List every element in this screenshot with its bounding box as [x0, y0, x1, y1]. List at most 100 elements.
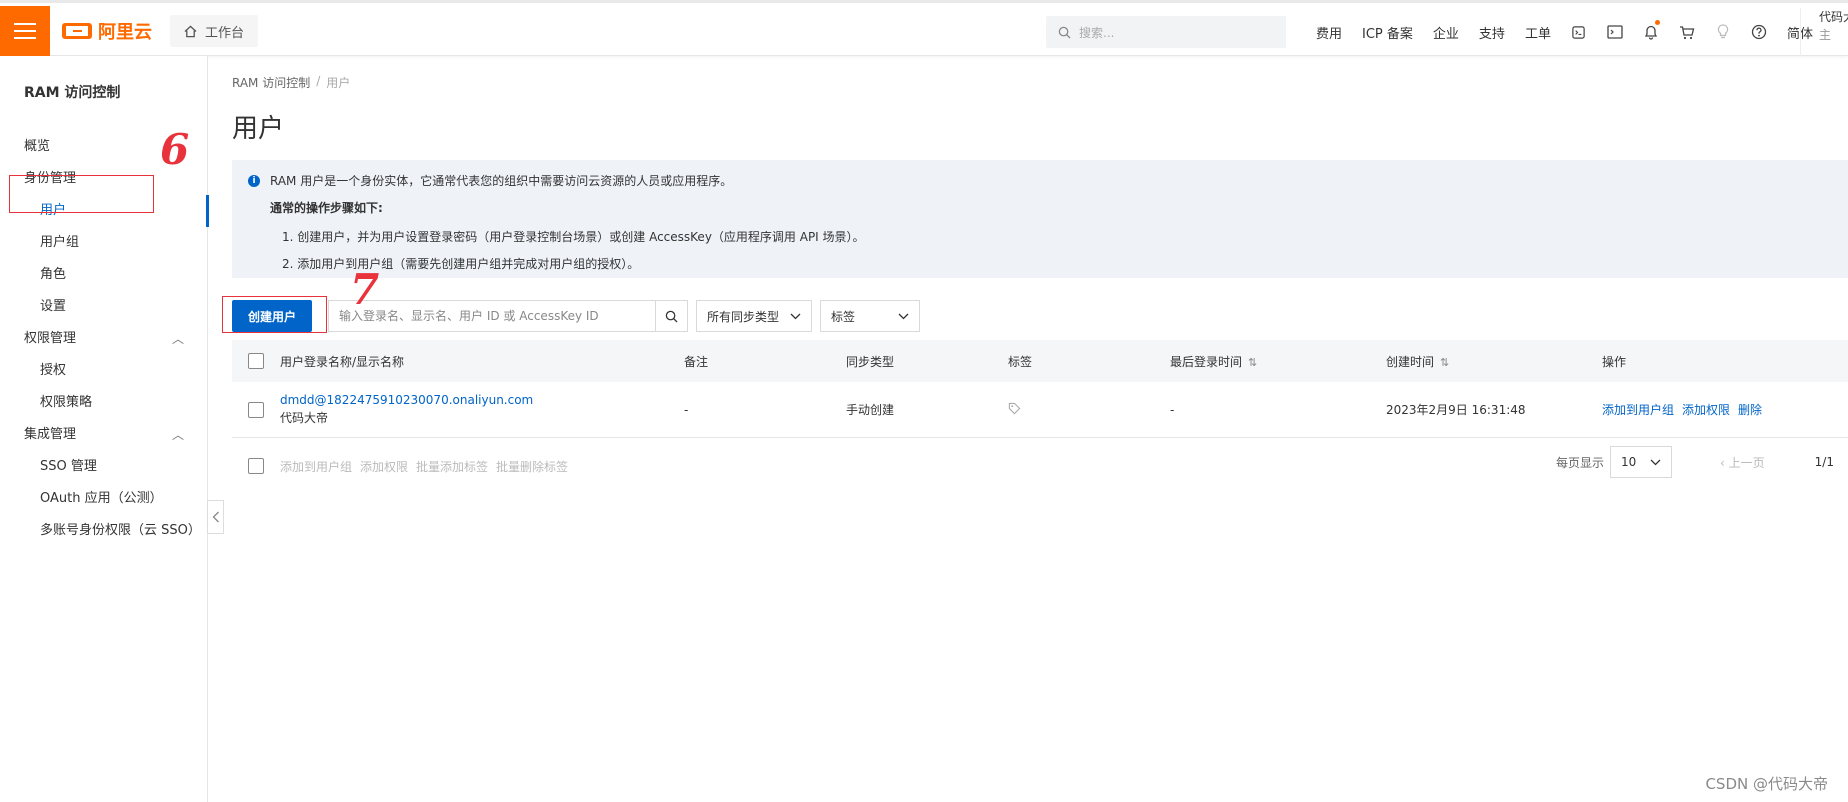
- sidebar-item-policies[interactable]: 权限策略: [0, 387, 208, 419]
- table-header: 用户登录名称/显示名称 备注 同步类型 标签 最后登录时间 ⇅ 创建时间 ⇅ 操作: [232, 340, 1848, 382]
- lightbulb-icon[interactable]: [1705, 16, 1741, 48]
- sidebar-item-label: 授权: [40, 363, 67, 378]
- column-header-last-login[interactable]: 最后登录时间 ⇅: [1170, 353, 1386, 370]
- aliyun-logo[interactable]: 阿里云: [62, 20, 152, 43]
- sidebar-item-label: 多账号身份权限（云 SSO）: [40, 523, 201, 538]
- pagination: 每页显示 10 ‹ 上一页 1/1 下一: [1556, 446, 1848, 478]
- workbench-button[interactable]: 工作台: [170, 15, 259, 47]
- sidebar-item-grants[interactable]: 授权: [0, 355, 208, 387]
- breadcrumb-current: 用户: [326, 76, 351, 90]
- column-header-login: 用户登录名称/显示名称: [280, 354, 405, 369]
- user-sync-type: 手动创建: [846, 403, 895, 417]
- table-footer: 添加到用户组 添加权限 批量添加标签 批量删除标签 每页显示 10 ‹ 上一页 …: [232, 446, 1848, 486]
- workbench-label: 工作台: [205, 25, 245, 41]
- sidebar-item-label: OAuth 应用（公测）: [40, 491, 163, 506]
- page-size-select[interactable]: 10: [1610, 446, 1673, 478]
- nav-link-icp[interactable]: ICP 备案: [1352, 23, 1423, 42]
- batch-remove-tags-button[interactable]: 批量删除标签: [496, 458, 568, 475]
- chevron-up-icon: ︿: [171, 428, 184, 442]
- user-last-login: -: [1170, 402, 1175, 417]
- sidebar-group-integration[interactable]: 集成管理 ︿: [0, 419, 208, 451]
- sync-type-select[interactable]: 所有同步类型: [696, 300, 813, 332]
- sidebar-title: RAM 访问控制: [24, 85, 121, 101]
- user-search: [328, 300, 689, 332]
- add-permission-link[interactable]: 添加权限: [1682, 403, 1730, 417]
- annotation-step-7: 7: [350, 265, 380, 314]
- add-to-group-link[interactable]: 添加到用户组: [1602, 403, 1674, 417]
- batch-add-tags-button[interactable]: 批量添加标签: [416, 458, 488, 475]
- nav-link-billing[interactable]: 费用: [1306, 23, 1352, 42]
- table-row: dmdd@1822475910230070.onaliyun.com 代码大帝 …: [232, 382, 1848, 438]
- home-icon: [184, 25, 197, 37]
- search-icon: [1058, 26, 1071, 39]
- sidebar-item-oauth[interactable]: OAuth 应用（公测）: [0, 483, 208, 515]
- notification-dot: [1654, 20, 1660, 25]
- prev-page-button[interactable]: ‹ 上一页: [1720, 454, 1765, 471]
- column-header-remark: 备注: [684, 354, 709, 369]
- sidebar-item-settings[interactable]: 设置: [0, 291, 208, 323]
- column-header-sync: 同步类型: [846, 354, 895, 369]
- logo-text: 阿里云: [98, 22, 152, 43]
- batch-add-permission-button[interactable]: 添加权限: [360, 458, 408, 475]
- annotation-highlight-users: [9, 175, 154, 213]
- batch-select-checkbox[interactable]: [248, 458, 264, 474]
- tag-select[interactable]: 标签: [820, 300, 921, 332]
- table-toolbar: 创建用户 所有同步类型 标签: [232, 300, 921, 332]
- notification-bell-icon[interactable]: [1633, 16, 1669, 48]
- row-checkbox[interactable]: [248, 401, 264, 418]
- cart-icon[interactable]: [1669, 16, 1705, 48]
- info-step-2: 2. 添加用户到用户组（需要先创建用户组并完成对用户组的授权）。: [282, 257, 640, 271]
- logo-mark-icon: [62, 23, 92, 39]
- column-header-created[interactable]: 创建时间 ⇅: [1386, 353, 1602, 370]
- cloud-shell-icon[interactable]: [1561, 16, 1597, 48]
- account-menu[interactable]: 代码大 主: [1800, 8, 1848, 56]
- batch-add-to-group-button[interactable]: 添加到用户组: [280, 458, 352, 475]
- page-size-label: 每页显示: [1556, 455, 1605, 470]
- breadcrumb: RAM 访问控制 / 用户: [232, 74, 350, 91]
- watermark: CSDN @代码大帝: [1705, 775, 1828, 793]
- annotation-step-6: 6: [160, 125, 190, 174]
- sidebar-item-user-groups[interactable]: 用户组: [0, 227, 208, 259]
- sidebar-item-label: 用户组: [40, 235, 80, 250]
- info-panel: i RAM 用户是一个身份实体，它通常代表您的组织中需要访问云资源的人员或应用程…: [232, 160, 1848, 278]
- top-navigation-bar: 阿里云 工作台 搜索... 费用 ICP 备案 企业 支持 工单 简体 代码 主: [0, 0, 1848, 56]
- sidebar-group-permissions[interactable]: 权限管理 ︿: [0, 323, 208, 355]
- sidebar-item-label: 设置: [40, 299, 67, 314]
- breadcrumb-separator: /: [316, 74, 321, 88]
- tag-select-value: 标签: [831, 309, 856, 324]
- account-name: 代码大: [1819, 10, 1848, 24]
- annotation-highlight-create: [222, 296, 327, 333]
- row-actions: 添加到用户组 添加权限 删除: [1602, 401, 1848, 418]
- search-button[interactable]: [655, 301, 687, 331]
- delete-user-link[interactable]: 删除: [1738, 403, 1762, 417]
- terminal-icon[interactable]: [1597, 16, 1633, 48]
- info-step-1: 1. 创建用户，并为用户设置登录密码（用户登录控制台场景）或创建 AccessK…: [282, 230, 865, 244]
- users-table: 用户登录名称/显示名称 备注 同步类型 标签 最后登录时间 ⇅ 创建时间 ⇅ 操作 …: [232, 340, 1848, 438]
- select-all-checkbox[interactable]: [248, 353, 264, 369]
- breadcrumb-ram[interactable]: RAM 访问控制: [232, 74, 310, 91]
- page-size-value: 10: [1621, 455, 1637, 469]
- search-icon: [665, 310, 678, 323]
- sidebar-item-cloud-sso[interactable]: 多账号身份权限（云 SSO）: [0, 515, 208, 547]
- sort-icon[interactable]: ⇅: [1440, 356, 1449, 369]
- sidebar-item-roles[interactable]: 角色: [0, 259, 208, 291]
- user-remark: -: [684, 402, 689, 417]
- sidebar-item-sso[interactable]: SSO 管理: [0, 451, 208, 483]
- sort-icon[interactable]: ⇅: [1248, 356, 1257, 369]
- page-indicator: 1/1: [1814, 455, 1834, 469]
- tag-icon[interactable]: [1008, 402, 1021, 415]
- browser-edge-line: [0, 0, 1848, 3]
- account-type: 主: [1819, 28, 1832, 42]
- nav-link-ticket[interactable]: 工单: [1515, 23, 1561, 42]
- global-search-input[interactable]: 搜索...: [1046, 16, 1286, 48]
- help-icon[interactable]: [1741, 16, 1777, 48]
- page-title: 用户: [232, 114, 285, 144]
- chevron-down-icon: [1650, 459, 1661, 465]
- sidebar-item-label: 概览: [24, 139, 51, 154]
- user-login-link[interactable]: dmdd@1822475910230070.onaliyun.com: [280, 393, 684, 407]
- menu-icon[interactable]: [0, 6, 50, 56]
- nav-link-support[interactable]: 支持: [1469, 23, 1515, 42]
- info-icon: i: [248, 174, 260, 187]
- user-display-name: 代码大帝: [280, 411, 329, 425]
- nav-link-enterprise[interactable]: 企业: [1423, 23, 1469, 42]
